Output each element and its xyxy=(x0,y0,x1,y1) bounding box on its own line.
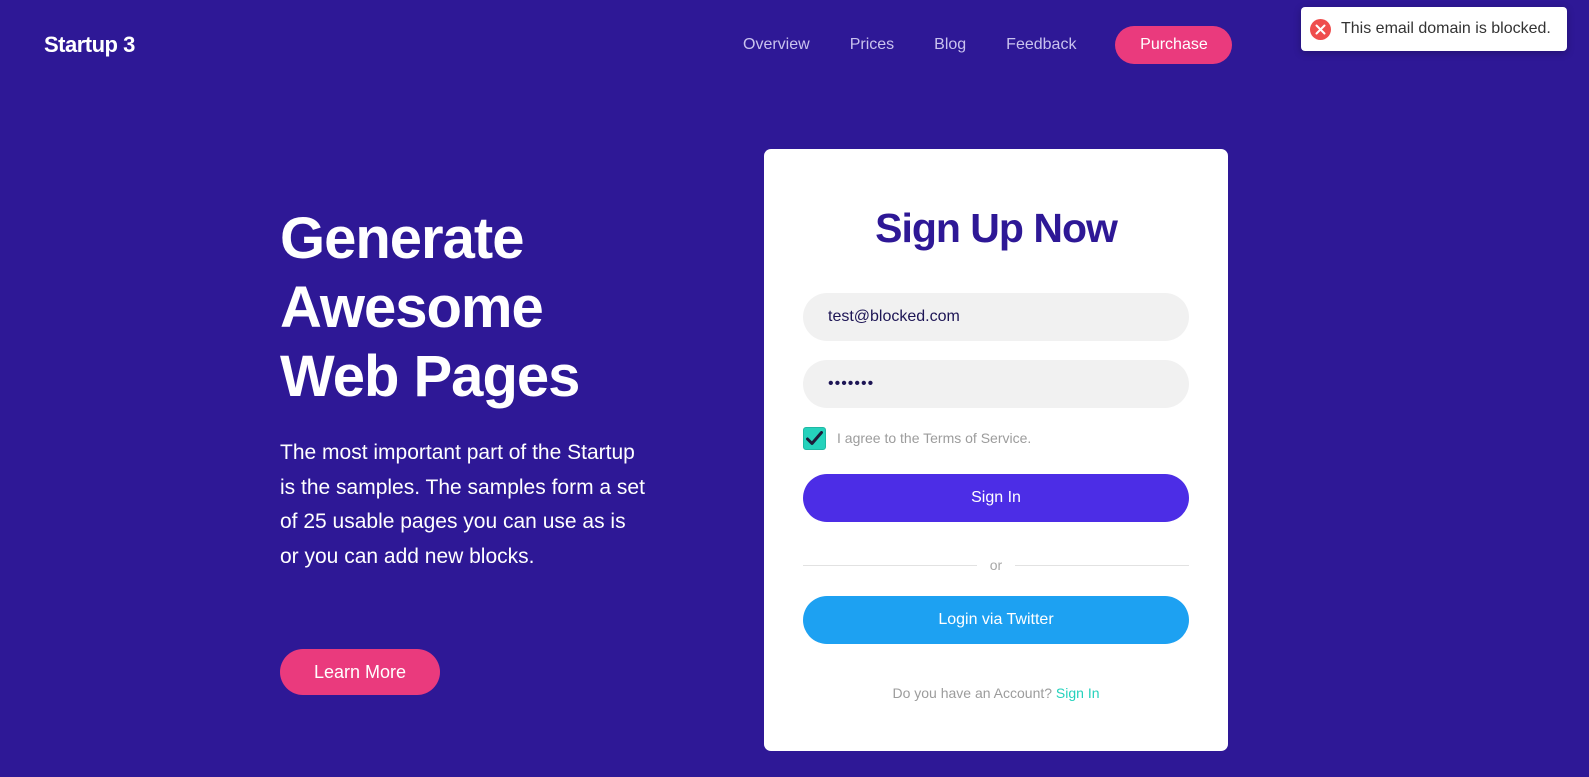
main-nav: Overview Prices Blog Feedback Purchase xyxy=(743,26,1233,64)
signup-title: Sign Up Now xyxy=(875,205,1118,251)
account-prompt: Do you have an Account? Sign In xyxy=(764,685,1228,701)
purchase-button[interactable]: Purchase xyxy=(1115,26,1233,64)
terms-checkbox[interactable] xyxy=(803,427,826,450)
hero-description: The most important part of the Startup i… xyxy=(280,441,645,568)
divider-or: or xyxy=(989,557,1003,573)
error-circle-x-icon xyxy=(1310,18,1331,40)
password-field[interactable] xyxy=(803,360,1189,408)
logo[interactable]: Startup 3 xyxy=(44,32,135,58)
signup-card: Sign Up Now I agree to the Terms of Serv… xyxy=(764,149,1228,751)
divider-left xyxy=(803,565,977,566)
terms-label[interactable]: I agree to the Terms of Service. xyxy=(837,430,1031,446)
account-sign-in-link[interactable]: Sign In xyxy=(1056,685,1100,701)
nav-link-blog[interactable]: Blog xyxy=(934,36,966,54)
hero-title: Generate Awesome Web Pages xyxy=(280,204,700,411)
nav-link-feedback[interactable]: Feedback xyxy=(1006,36,1076,54)
learn-more-button[interactable]: Learn More xyxy=(280,649,440,695)
checkmark-icon xyxy=(806,431,823,445)
nav-link-prices[interactable]: Prices xyxy=(850,36,894,54)
email-field[interactable] xyxy=(803,293,1189,341)
account-question: Do you have an Account? xyxy=(892,685,1053,701)
divider-right xyxy=(1015,565,1189,566)
nav-link-overview[interactable]: Overview xyxy=(743,36,810,54)
hero-title-line-2: Awesome xyxy=(280,275,544,340)
hero-title-line-1: Generate xyxy=(280,206,524,271)
sign-in-button[interactable]: Sign In xyxy=(803,474,1189,522)
twitter-login-button[interactable]: Login via Twitter xyxy=(803,596,1189,644)
toast-message: This email domain is blocked. xyxy=(1341,20,1551,37)
page: Startup 3 Overview Prices Blog Feedback … xyxy=(0,0,1589,777)
error-toast: This email domain is blocked. xyxy=(1301,7,1567,51)
hero-title-line-3: Web Pages xyxy=(280,344,580,409)
